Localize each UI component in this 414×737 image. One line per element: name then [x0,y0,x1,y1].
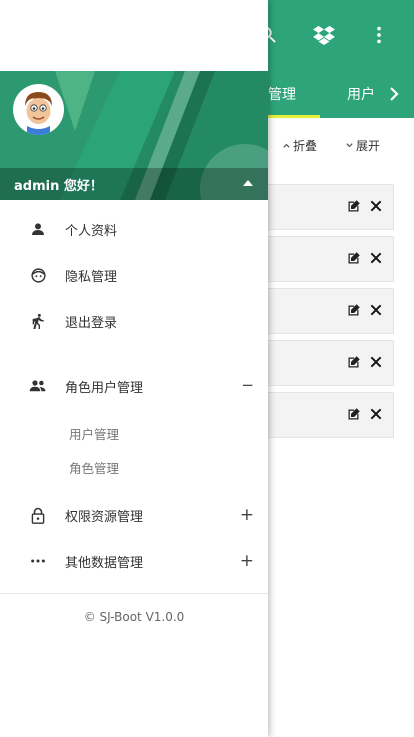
menu-item-permission-management[interactable]: 权限资源管理 + [0,495,268,535]
tab-user[interactable]: 用户 [347,71,375,118]
edit-icon[interactable] [346,251,361,266]
menu-item-logout[interactable]: 退出登录 [0,301,268,341]
run-icon [28,311,48,331]
edit-icon[interactable] [346,303,361,318]
close-icon[interactable] [368,406,384,422]
submenu-item-role-management[interactable]: 角色管理 [69,458,119,477]
menu-item-privacy[interactable]: 隐私管理 [0,255,268,295]
chevron-down-icon [346,143,353,148]
edit-icon[interactable] [346,407,361,422]
tab-next-button[interactable] [386,85,402,107]
more-button[interactable] [366,22,392,48]
more-horizontal-icon [28,551,48,571]
version-footer: © SJ-Boot V1.0.0 [83,610,185,624]
edit-icon[interactable] [346,199,361,214]
menu-item-label: 退出登录 [65,316,118,331]
dropbox-button[interactable] [311,22,337,48]
expand-button[interactable]: 展开 [345,137,380,154]
dropbox-icon [313,25,335,45]
close-icon[interactable] [368,302,384,318]
chevron-up-icon [283,143,290,148]
user-greeting-bar[interactable]: admin 您好！ [0,168,268,200]
list-item[interactable] [268,392,394,438]
collapse-toggle[interactable]: − [241,376,254,394]
tree-toolbar: 折叠 展开 [268,118,414,170]
list-item[interactable] [268,340,394,386]
expand-toggle[interactable]: + [240,551,254,571]
submenu-item-user-management[interactable]: 用户管理 [69,424,119,443]
group-icon [28,376,48,396]
more-vertical-icon [377,26,381,44]
avatar-image [13,84,64,135]
menu-item-label: 角色用户管理 [65,381,144,396]
list-item[interactable] [268,184,394,230]
user-icon [28,219,48,239]
menu-item-other-data-management[interactable]: 其他数据管理 + [0,541,268,581]
menu-item-label: 个人资料 [65,224,118,239]
menu-item-role-user-management[interactable]: 角色用户管理 − [0,366,268,406]
face-icon [28,265,48,285]
navigation-drawer: admin 您好！ 个人资料 隐私管理 退出登录 角色用户管理 − 用户管理 角… [0,0,268,737]
list-item[interactable] [268,236,394,282]
expand-label: 展开 [356,139,381,153]
list-item[interactable] [268,288,394,334]
close-icon[interactable] [368,250,384,266]
menu-item-label: 权限资源管理 [65,510,144,525]
menu-item-label: 其他数据管理 [65,556,144,571]
expand-toggle[interactable]: + [240,505,254,525]
drawer-header: admin 您好！ [0,71,268,200]
close-icon[interactable] [368,198,384,214]
chevron-right-icon [390,87,399,101]
menu-item-profile[interactable]: 个人资料 [0,209,268,249]
lock-icon [28,505,48,525]
divider [0,593,268,594]
collapse-label: 折叠 [293,139,318,153]
caret-up-icon [243,180,253,186]
menu-item-label: 隐私管理 [65,270,118,285]
user-greeting: admin 您好！ [14,179,103,194]
close-icon[interactable] [368,354,384,370]
tab-manage[interactable]: 管理 [262,71,320,118]
edit-icon[interactable] [346,355,361,370]
collapse-button[interactable]: 折叠 [282,137,317,154]
avatar[interactable] [13,84,64,135]
